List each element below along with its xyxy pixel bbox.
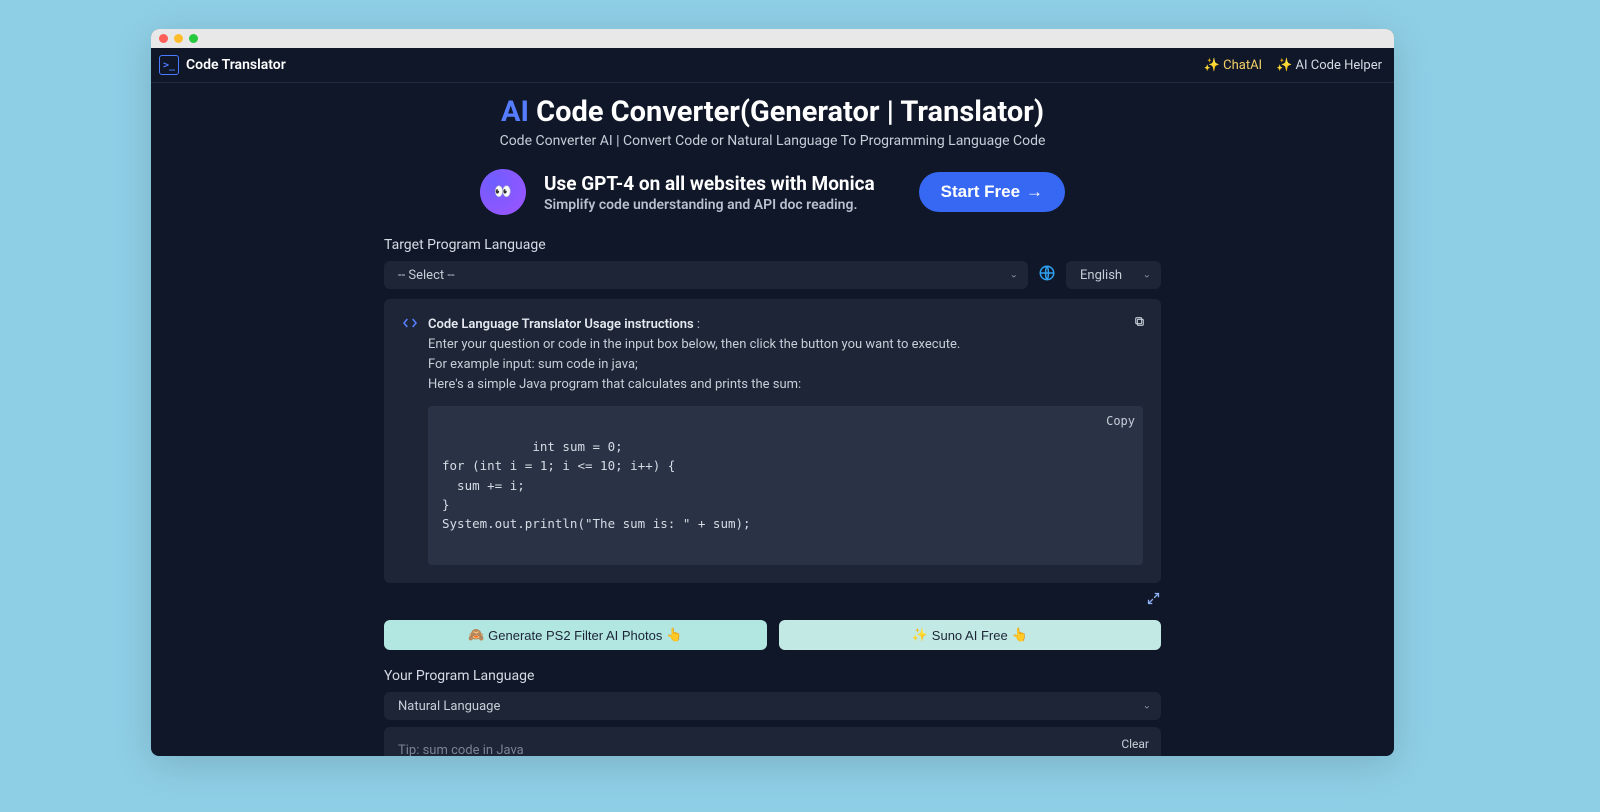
- promo-avatar-icon: 👀: [480, 169, 526, 215]
- your-language-label: Your Program Language: [384, 668, 1161, 684]
- suno-free-button[interactable]: ✨ Suno AI Free 👆: [779, 620, 1162, 650]
- chevron-down-icon: ⌄: [1143, 701, 1151, 712]
- promo-banner: 👀 Use GPT-4 on all websites with Monica …: [384, 165, 1161, 219]
- page-title: AI Code Converter(Generator | Translator…: [384, 95, 1161, 129]
- instructions-card: Code Language Translator Usage instructi…: [384, 299, 1161, 583]
- ps2-filter-button[interactable]: 🙈 Generate PS2 Filter AI Photos 👆: [384, 620, 767, 650]
- copy-instructions-button[interactable]: [1131, 313, 1147, 329]
- code-input[interactable]: Clear Tip: sum code in Java: [384, 727, 1161, 756]
- expand-icon[interactable]: [1146, 591, 1161, 610]
- copy-code-button[interactable]: Copy: [1106, 412, 1135, 431]
- brand-text: Code Translator: [186, 57, 286, 73]
- cursor-icon: 👆: [1012, 627, 1028, 643]
- title-ai: AI: [501, 95, 529, 129]
- maximize-window-icon[interactable]: [189, 34, 198, 43]
- promo-text: Use GPT-4 on all websites with Monica Si…: [544, 172, 875, 213]
- arrow-right-icon: →: [1026, 182, 1043, 202]
- chevron-down-icon: ⌄: [1143, 270, 1151, 281]
- hero: AI Code Converter(Generator | Translator…: [384, 95, 1161, 219]
- instructions-line: For example input: sum code in java;: [428, 355, 1143, 375]
- instructions-line: Enter your question or code in the input…: [428, 335, 1143, 355]
- page-subtitle: Code Converter AI | Convert Code or Natu…: [384, 133, 1161, 149]
- globe-icon[interactable]: [1038, 264, 1056, 286]
- start-free-button[interactable]: Start Free →: [919, 172, 1065, 212]
- target-language-select[interactable]: -- Select -- ⌄: [384, 261, 1028, 289]
- minimize-window-icon[interactable]: [174, 34, 183, 43]
- chatai-link[interactable]: ✨ ChatAI: [1204, 58, 1262, 73]
- promo-line1: Use GPT-4 on all websites with Monica: [544, 172, 875, 195]
- brand[interactable]: >_ Code Translator: [159, 55, 286, 75]
- main-content: AI Code Converter(Generator | Translator…: [151, 83, 1394, 756]
- promo-line2: Simplify code understanding and API doc …: [544, 197, 875, 213]
- app-window: >_ Code Translator ✨ ChatAI ✨ AI Code He…: [151, 29, 1394, 756]
- display-language-select[interactable]: English ⌄: [1066, 261, 1161, 289]
- code-content: int sum = 0; for (int i = 1; i <= 10; i+…: [442, 439, 751, 532]
- example-code-block: Copy int sum = 0; for (int i = 1; i <= 10…: [428, 406, 1143, 566]
- window-titlebar: [151, 29, 1394, 48]
- your-language-select[interactable]: Natural Language ⌄: [384, 692, 1161, 720]
- instructions-title: Code Language Translator Usage instructi…: [428, 317, 694, 332]
- instructions-line: Here's a simple Java program that calcul…: [428, 375, 1143, 395]
- promo-pills: 🙈 Generate PS2 Filter AI Photos 👆 ✨ Suno…: [384, 620, 1161, 650]
- target-language-label: Target Program Language: [384, 237, 1161, 253]
- chevron-down-icon: ⌄: [1010, 270, 1018, 281]
- clear-input-button[interactable]: Clear: [1121, 737, 1149, 751]
- code-brackets-icon: [402, 315, 418, 338]
- input-placeholder: Tip: sum code in Java: [398, 743, 524, 756]
- close-window-icon[interactable]: [159, 34, 168, 43]
- top-links: ✨ ChatAI ✨ AI Code Helper: [1204, 58, 1382, 73]
- cursor-icon: 👆: [666, 627, 682, 643]
- terminal-icon: >_: [159, 55, 179, 75]
- title-rest: Code Converter(Generator | Translator): [529, 95, 1044, 129]
- ai-code-helper-link[interactable]: ✨ AI Code Helper: [1276, 58, 1382, 73]
- topbar: >_ Code Translator ✨ ChatAI ✨ AI Code He…: [151, 48, 1394, 83]
- instructions-body: Code Language Translator Usage instructi…: [428, 315, 1143, 565]
- target-select-row: -- Select -- ⌄ English ⌄: [384, 261, 1161, 289]
